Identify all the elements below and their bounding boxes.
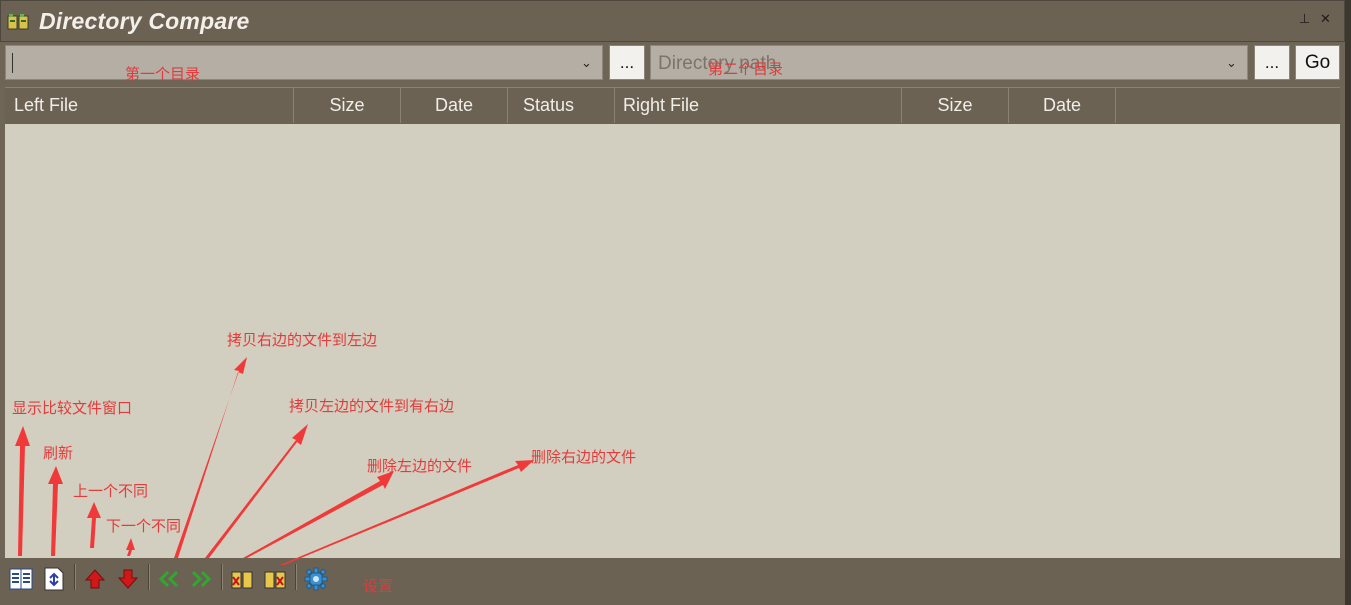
annotation-settings: 设置	[363, 577, 394, 595]
annotation-first-directory: 第一个目录	[125, 65, 201, 83]
annotation-copy-right-to-left: 拷贝右边的文件到左边	[227, 331, 378, 349]
annotation-delete-left: 删除左边的文件	[367, 457, 473, 475]
annotation-refresh: 刷新	[43, 444, 74, 462]
annotation-delete-right: 删除右边的文件	[531, 448, 637, 466]
annotation-show-compare: 显示比较文件窗口	[12, 399, 133, 417]
annotation-second-directory: 第二个目录	[708, 60, 784, 78]
annotation-previous-diff: 上一个不同	[73, 482, 149, 500]
annotation-arrows	[15, 357, 534, 565]
window-edge	[1345, 0, 1351, 605]
annotation-next-diff: 下一个不同	[106, 517, 182, 535]
annotation-copy-left-to-right: 拷贝左边的文件到有右边	[289, 397, 455, 415]
